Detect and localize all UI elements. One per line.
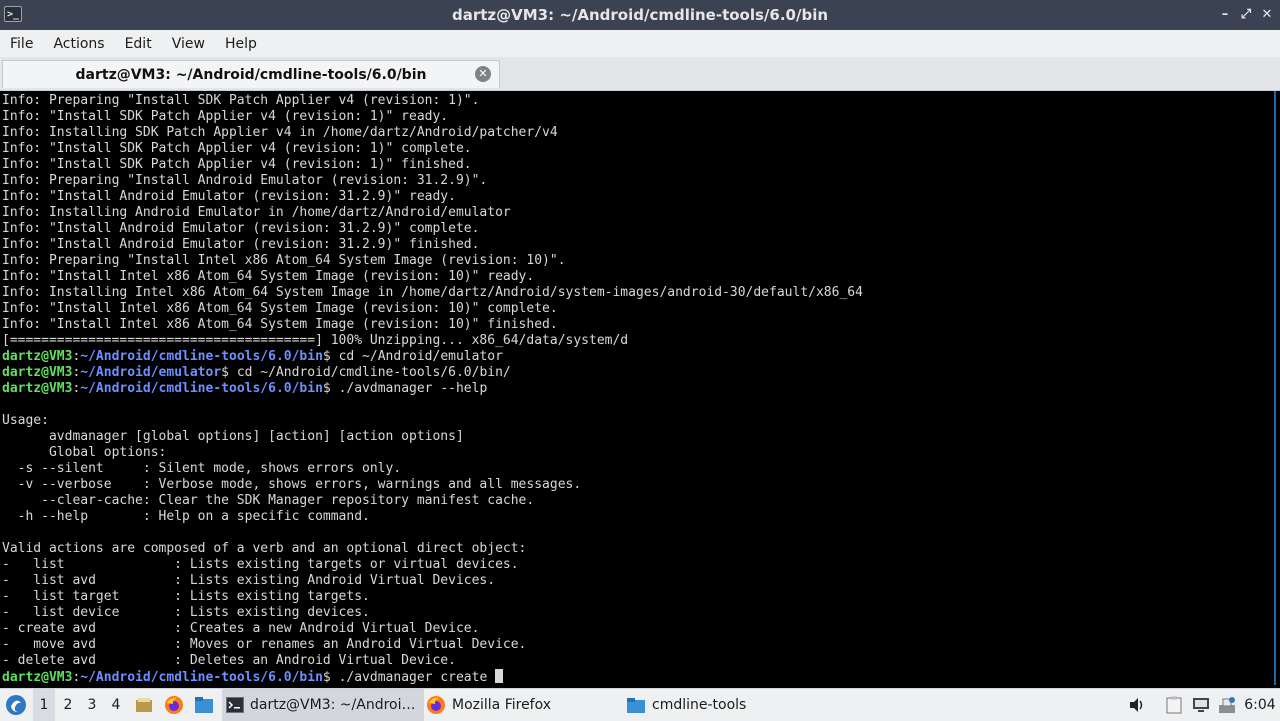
prompt-command: $ cd ~/Android/cmdline-tools/6.0/bin/ (221, 365, 511, 380)
prompt-command: $ ./avdmanager create (322, 670, 496, 685)
screen-icon[interactable] (1190, 689, 1212, 721)
terminal-prompt-line: dartz@VM3:~/Android/cmdline-tools/6.0/bi… (2, 669, 1274, 685)
terminal-line: avdmanager [global options] [action] [ac… (2, 429, 464, 444)
tab-label: dartz@VM3: ~/Android/cmdline-tools/6.0/b… (75, 66, 427, 83)
prompt-user: dartz@VM3 (2, 365, 73, 380)
terminal-line: -h --help : Help on a specific command. (2, 509, 370, 524)
workspace-1[interactable]: 1 (33, 689, 55, 721)
menu-edit[interactable]: Edit (115, 36, 162, 52)
volume-icon[interactable] (1126, 689, 1148, 721)
prompt-path: ~/Android/emulator (80, 365, 222, 380)
menu-view[interactable]: View (162, 36, 215, 52)
workspace-2[interactable]: 2 (57, 689, 79, 721)
terminal-prompt-line: dartz@VM3:~/Android/emulator$ cd ~/Andro… (2, 365, 1274, 381)
menu-actions[interactable]: Actions (43, 36, 114, 52)
terminal-line: Info: "Install Android Emulator (revisio… (2, 237, 480, 252)
terminal-prompt-line: dartz@VM3:~/Android/cmdline-tools/6.0/bi… (2, 381, 1274, 397)
taskbar: 1 2 3 4 dartz@VM3: ~/Androi… Mozilla Fir… (0, 688, 1280, 721)
terminal-line: Info: "Install Intel x86 Atom_64 System … (2, 269, 535, 284)
firefox-launcher-icon[interactable] (163, 689, 185, 721)
terminal-line: - create avd : Creates a new Android Vir… (2, 621, 480, 636)
window-title: dartz@VM3: ~/Android/cmdline-tools/6.0/b… (451, 6, 829, 24)
prompt-path: ~/Android/cmdline-tools/6.0/bin (80, 670, 323, 685)
prompt-user: dartz@VM3 (2, 670, 73, 685)
terminal-line: - list device : Lists existing devices. (2, 605, 370, 620)
workspace-3[interactable]: 3 (81, 689, 103, 721)
prompt-user: dartz@VM3 (2, 381, 73, 396)
terminal-line: Info: Preparing "Install Android Emulato… (2, 173, 488, 188)
close-button[interactable]: ✕ (1258, 6, 1276, 24)
terminal-line: Info: "Install Intel x86 Atom_64 System … (2, 317, 558, 332)
folder-icon (627, 698, 645, 713)
terminal-line: - move avd : Moves or renames an Android… (2, 637, 527, 652)
start-menu-icon[interactable] (3, 689, 29, 721)
terminal-icon (226, 697, 244, 713)
clipboard-icon[interactable] (1163, 689, 1185, 721)
terminal-output[interactable]: Info: Preparing "Install SDK Patch Appli… (0, 91, 1276, 685)
network-icon[interactable] (1216, 689, 1238, 721)
terminal-prompt-line: dartz@VM3:~/Android/cmdline-tools/6.0/bi… (2, 349, 1274, 365)
terminal-line: - delete avd : Deletes an Android Virtua… (2, 653, 456, 668)
terminal-line: Info: Installing Intel x86 Atom_64 Syste… (2, 285, 863, 300)
terminal-line: --clear-cache: Clear the SDK Manager rep… (2, 493, 535, 508)
terminal-app-icon[interactable]: >_ (4, 6, 22, 22)
tab-close-icon[interactable]: ✕ (475, 66, 491, 82)
task-firefox-label: Mozilla Firefox (452, 697, 552, 713)
terminal-line: - list target : Lists existing targets. (2, 589, 370, 604)
task-terminal-label: dartz@VM3: ~/Androi… (250, 697, 416, 713)
prompt-user: dartz@VM3 (2, 349, 73, 364)
menubar: File Actions Edit View Help (0, 30, 1280, 57)
task-file-manager[interactable]: cmdline-tools (622, 689, 824, 721)
prompt-path: ~/Android/cmdline-tools/6.0/bin (80, 349, 323, 364)
task-firefox[interactable]: Mozilla Firefox (422, 689, 624, 721)
firefox-icon (427, 696, 445, 714)
terminal-line: Info: "Install Android Emulator (revisio… (2, 189, 456, 204)
terminal-line: Info: "Install SDK Patch Applier v4 (rev… (2, 141, 472, 156)
file-manager-launcher-icon[interactable] (193, 689, 215, 721)
minimize-button[interactable]: – (1216, 6, 1234, 24)
terminal-line: Info: Preparing "Install SDK Patch Appli… (2, 93, 480, 108)
terminal-line: Info: "Install Android Emulator (revisio… (2, 221, 480, 236)
task-file-manager-label: cmdline-tools (652, 697, 747, 713)
terminal-line: Info: Installing Android Emulator in /ho… (2, 205, 511, 220)
terminal-line: Usage: (2, 413, 49, 428)
terminal-line: -s --silent : Silent mode, shows errors … (2, 461, 402, 476)
prompt-command: $ cd ~/Android/emulator (322, 349, 503, 364)
tab-bar: dartz@VM3: ~/Android/cmdline-tools/6.0/b… (0, 57, 1280, 91)
terminal-line: [=======================================… (2, 333, 629, 348)
terminal-line: Info: Preparing "Install Intel x86 Atom_… (2, 253, 566, 268)
terminal-line: Info: "Install SDK Patch Applier v4 (rev… (2, 109, 449, 124)
show-desktop-icon[interactable] (134, 689, 154, 721)
terminal-tab[interactable]: dartz@VM3: ~/Android/cmdline-tools/6.0/b… (2, 60, 500, 88)
terminal-line: Info: "Install SDK Patch Applier v4 (rev… (2, 157, 472, 172)
prompt-path: ~/Android/cmdline-tools/6.0/bin (80, 381, 323, 396)
menu-file[interactable]: File (0, 36, 43, 52)
prompt-command: $ ./avdmanager --help (322, 381, 488, 396)
window-titlebar[interactable]: >_ dartz@VM3: ~/Android/cmdline-tools/6.… (0, 0, 1280, 30)
terminal-line: - list avd : Lists existing Android Virt… (2, 573, 496, 588)
terminal-line: Global options: (2, 445, 167, 460)
terminal-line: Info: Installing SDK Patch Applier v4 in… (2, 125, 558, 140)
terminal-line: - list : Lists existing targets or virtu… (2, 557, 519, 572)
menu-help[interactable]: Help (215, 36, 267, 52)
text-cursor (495, 669, 504, 683)
workspace-4[interactable]: 4 (105, 689, 127, 721)
clock[interactable]: 6:04 (1244, 689, 1276, 721)
terminal-line: -v --verbose : Verbose mode, shows error… (2, 477, 582, 492)
task-terminal[interactable]: dartz@VM3: ~/Androi… (222, 689, 424, 721)
terminal-line: Valid actions are composed of a verb and… (2, 541, 527, 556)
maximize-button[interactable]: ⤢ (1237, 6, 1255, 24)
terminal-line: Info: "Install Intel x86 Atom_64 System … (2, 301, 558, 316)
